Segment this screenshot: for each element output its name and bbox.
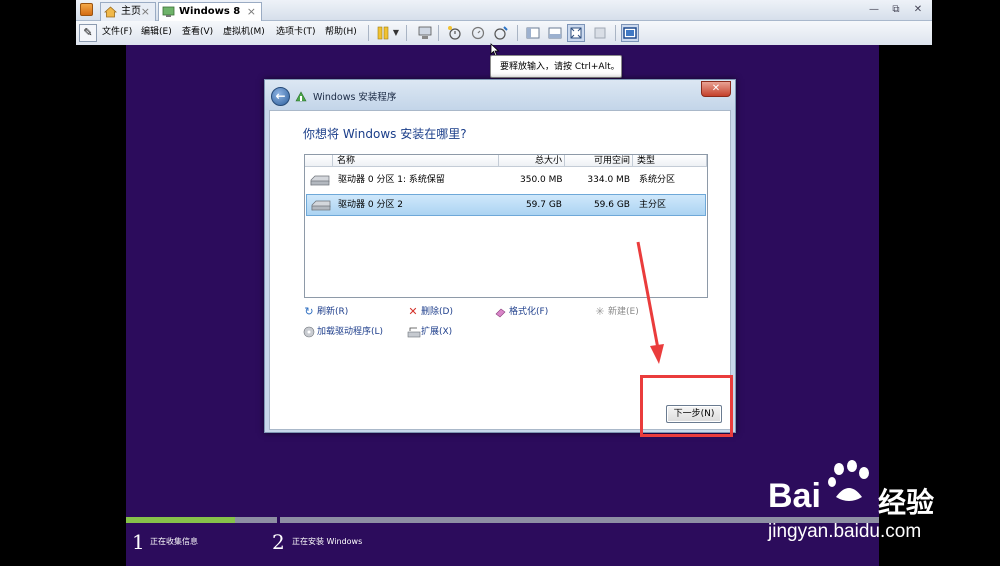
baidu-watermark: Bai 经验 jingyan.baidu.com <box>768 455 998 555</box>
partition-name: 驱动器 0 分区 2 <box>338 200 404 210</box>
load-driver-label: 加载驱动程序(L) <box>317 327 384 337</box>
tab-bar: 主页 × Windows 8 x64 × — ⧉ ✕ <box>76 0 932 34</box>
cd-icon <box>303 326 315 338</box>
snapshot-manager-icon[interactable] <box>492 24 510 42</box>
partition-type: 系统分区 <box>639 175 676 185</box>
step-label: 正在收集信息 <box>150 537 198 546</box>
step-number: 2 <box>272 530 285 554</box>
refresh-label: 刷新(R) <box>317 307 349 317</box>
thumbnail-bar-icon[interactable] <box>546 24 564 42</box>
unity-icon[interactable] <box>591 24 609 42</box>
column-header-free[interactable]: 可用空间 <box>565 155 633 167</box>
delete-label: 删除(D) <box>421 307 453 317</box>
extend-link[interactable]: 扩展(X) <box>407 326 452 338</box>
close-icon[interactable]: × <box>247 3 256 20</box>
progress-divider <box>277 517 280 523</box>
annotation-highlight-box <box>640 375 733 437</box>
network-icon[interactable] <box>416 24 434 42</box>
close-icon[interactable]: × <box>141 3 150 20</box>
menu-vm[interactable]: 虚拟机(M) <box>223 25 265 39</box>
menu-view[interactable]: 查看(V) <box>182 25 213 39</box>
home-icon <box>104 6 117 18</box>
tab-windows8[interactable]: Windows 8 x64 × <box>158 2 262 34</box>
watermark-brand-cn: 经验 <box>878 486 935 519</box>
snapshot-icon[interactable] <box>446 24 464 42</box>
fullscreen-icon[interactable] <box>567 24 585 42</box>
drive-icon <box>311 200 331 211</box>
tooltip: 要释放输入，请按 Ctrl+Alt。 <box>490 55 622 78</box>
setup-step-1: 1 正在收集信息 <box>132 530 198 554</box>
progress-fill <box>126 517 235 523</box>
drive-icon <box>310 175 330 186</box>
close-button[interactable]: ✕ <box>701 81 731 97</box>
watermark-brand: Bai <box>768 477 821 515</box>
column-header-type[interactable]: 类型 <box>633 155 707 167</box>
pause-icon[interactable] <box>374 24 392 42</box>
column-header-total[interactable]: 总大小 <box>499 155 565 167</box>
vmware-logo-icon <box>80 3 93 16</box>
format-label: 格式化(F) <box>509 307 549 317</box>
annotation-arrow-icon <box>636 241 664 364</box>
vm-icon <box>162 6 175 17</box>
menu-edit[interactable]: 编辑(E) <box>141 25 172 39</box>
extend-drive-icon <box>407 326 421 338</box>
dialog-title: Windows 安装程序 <box>313 92 397 103</box>
chevron-down-icon[interactable]: ▼ <box>391 24 401 42</box>
setup-icon <box>295 91 307 102</box>
dialog-titlebar: ← Windows 安装程序 ✕ <box>265 80 735 110</box>
tab-home[interactable]: 主页 × <box>100 2 156 21</box>
partition-total: 59.7 GB <box>525 200 562 210</box>
minimize-button[interactable]: — <box>866 2 882 18</box>
load-driver-link[interactable]: 加载驱动程序(L) <box>303 326 383 338</box>
progress-track <box>126 517 879 523</box>
separator <box>368 25 369 41</box>
partition-total: 350.0 MB <box>520 175 563 185</box>
menu-file[interactable]: 文件(F) <box>102 25 132 39</box>
refresh-link[interactable]: ↻ 刷新(R) <box>303 306 348 318</box>
format-link[interactable]: 格式化(F) <box>495 306 548 318</box>
console-view-icon[interactable] <box>621 24 639 42</box>
eraser-icon <box>495 306 507 318</box>
partition-free: 334.0 MB <box>587 175 630 185</box>
sidebar-icon[interactable] <box>524 24 542 42</box>
page-title: 你想将 Windows 安装在哪里? <box>303 127 467 141</box>
step-label: 正在安装 Windows <box>292 537 363 546</box>
extend-label: 扩展(X) <box>421 327 453 337</box>
partition-free: 59.6 GB <box>593 200 630 210</box>
delete-icon: ✕ <box>408 305 418 318</box>
setup-step-2: 2 正在安装 Windows <box>272 530 362 554</box>
refresh-icon: ↻ <box>304 305 314 318</box>
separator <box>517 25 518 41</box>
back-arrow-icon[interactable]: ← <box>271 87 290 106</box>
separator <box>406 25 407 41</box>
separator <box>438 25 439 41</box>
menu-bar: ✎ 文件(F) 编辑(E) 查看(V) 虚拟机(M) 选项卡(T) 帮助(H) … <box>76 21 932 45</box>
table-row[interactable]: 驱动器 0 分区 1: 系统保留 350.0 MB 334.0 MB 系统分区 <box>306 170 706 192</box>
partition-type: 主分区 <box>639 200 667 210</box>
delete-link[interactable]: ✕ 删除(D) <box>407 306 453 318</box>
tab-label: 主页 <box>121 6 141 17</box>
close-window-button[interactable]: ✕ <box>910 2 926 18</box>
partition-name: 驱动器 0 分区 1: 系统保留 <box>338 175 445 185</box>
paw-logo-icon <box>828 460 869 501</box>
pin-icon[interactable]: ✎ <box>79 24 97 42</box>
column-header-icon <box>305 155 333 167</box>
restore-button[interactable]: ⧉ <box>888 2 904 18</box>
table-row-selected[interactable]: 驱动器 0 分区 2 59.7 GB 59.6 GB 主分区 <box>306 194 706 216</box>
menu-tabs[interactable]: 选项卡(T) <box>276 25 316 39</box>
revert-snapshot-icon[interactable] <box>469 24 487 42</box>
column-header-name[interactable]: 名称 <box>333 155 499 167</box>
step-number: 1 <box>132 530 145 554</box>
menu-help[interactable]: 帮助(H) <box>325 25 357 39</box>
watermark-url: jingyan.baidu.com <box>768 521 922 542</box>
separator <box>615 25 616 41</box>
